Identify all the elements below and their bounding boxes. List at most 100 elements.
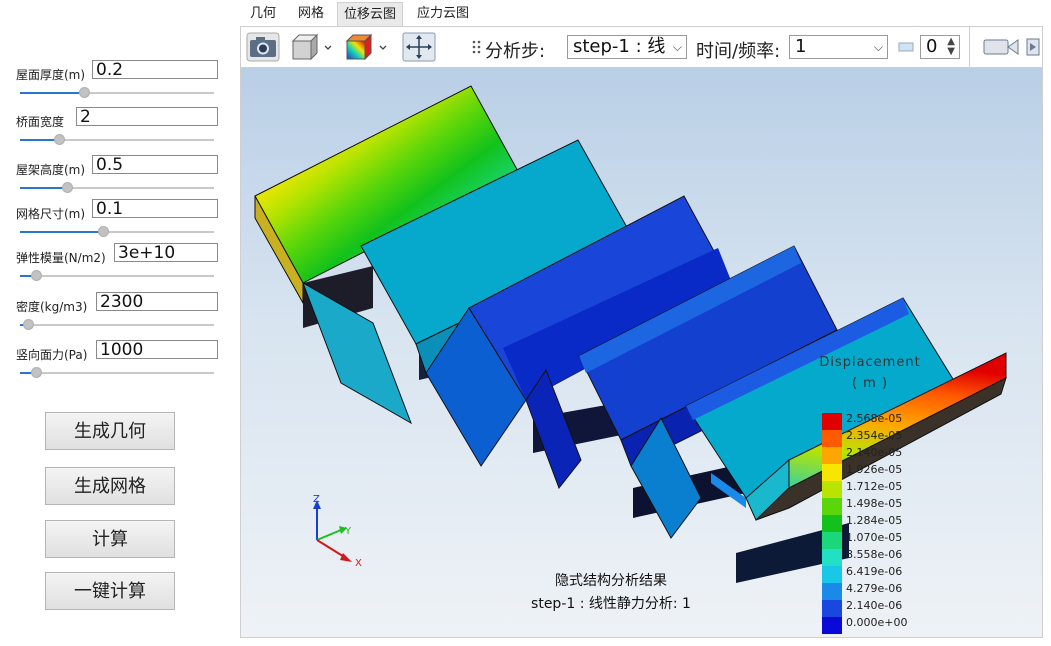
legend-label: 1.070e-05 [846,531,903,544]
parameter-panel: 屋面厚度(m) 0.2 桥面宽度 2 屋架高度(m) 0.5 网格尺寸(m) 0.1 弹性模量(… [0,0,238,646]
param-input[interactable]: 0.2 [92,60,218,80]
view-cube-icon[interactable] [289,32,335,62]
param-row: 桥面宽度 2 [16,107,218,147]
legend-label: 1.284e-05 [846,514,903,527]
legend-label: 6.419e-06 [846,565,903,578]
param-label: 屋架高度(m) [16,163,86,177]
legend-swatch [822,498,842,515]
legend-swatch [822,566,842,583]
legend-label: 8.558e-06 [846,548,903,561]
param-slider[interactable] [20,134,214,146]
param-input[interactable]: 0.1 [92,199,218,219]
param-label: 竖向面力(Pa) [16,348,88,362]
param-slider[interactable] [20,367,214,379]
legend-title: Displacement [819,355,921,370]
slider-thumb[interactable] [61,182,73,193]
slider-thumb[interactable] [22,319,34,330]
toolbar-divider [969,27,970,67]
legend-label: 1.712e-05 [846,480,903,493]
legend-swatch [822,447,842,464]
legend-label: 2.354e-05 [846,429,903,442]
slider-thumb[interactable] [30,367,42,378]
legend-swatch [822,583,842,600]
pan-move-icon[interactable] [402,32,436,62]
legend-swatch [822,549,842,566]
legend-label: 2.140e-05 [846,446,903,459]
generate-geometry-button[interactable]: 生成几何 [45,412,175,450]
tab-stress[interactable]: 应力云图 [410,2,476,26]
view-tabs: 几何 网格 位移云图 应力云图 [240,0,1051,26]
video-play-icon[interactable] [1026,37,1040,57]
param-slider[interactable] [20,182,214,194]
slider-thumb[interactable] [30,270,42,281]
legend-label: 1.498e-05 [846,497,903,510]
frame-spinbox[interactable]: 0 ▲ ▼ [920,35,960,59]
time-label: 时间/频率: [696,41,781,62]
param-row: 屋架高度(m) 0.5 [16,155,218,195]
param-slider[interactable] [20,270,214,282]
param-slider[interactable] [20,226,214,238]
slider-thumb[interactable] [98,226,110,237]
one-click-compute-button[interactable]: 一键计算 [45,572,175,610]
legend-swatch [822,413,842,430]
param-label: 桥面宽度 [16,115,65,129]
color-map-icon[interactable] [344,32,390,62]
axis-z-label: Z [313,494,320,505]
param-slider[interactable] [20,87,214,99]
param-label: 屋面厚度(m) [16,68,86,82]
generate-mesh-button[interactable]: 生成网格 [45,467,175,505]
frame-value: 0 [926,36,938,57]
chevron-down-icon: ⌵ [672,40,682,54]
param-label: 弹性模量(N/m2) [16,251,106,265]
compute-button[interactable]: 计算 [45,520,175,558]
legend-label: 0.000e+00 [846,616,908,629]
param-label: 网格尺寸(m) [16,207,86,221]
param-slider[interactable] [20,319,214,331]
legend-swatch [822,464,842,481]
tab-geometry[interactable]: 几何 [244,2,282,26]
chevron-down-icon: ⌵ [873,40,883,54]
legend-swatch [822,430,842,447]
frame-icon [898,42,914,52]
step-label: 分析步: [485,41,546,62]
legend-swatch [822,532,842,549]
time-value: 1 [795,36,807,57]
param-input[interactable]: 3e+10 [114,243,218,263]
displacement-contour-model [254,85,1007,583]
viewer-toolbar: 分析步: step-1 : 线 ⌵ 时间/频率: 1 ⌵ 0 ▲ ▼ [240,26,1043,68]
time-select[interactable]: 1 ⌵ [789,35,888,59]
param-input[interactable]: 0.5 [92,155,218,175]
legend-label: 2.568e-05 [846,412,903,425]
spin-arrows-icon: ▲ ▼ [947,36,955,57]
camera-icon[interactable] [246,32,280,62]
legend-swatch [822,481,842,498]
legend-label: 1.926e-05 [846,463,903,476]
result-caption-step: step-1 : 线性静力分析: 1 [531,596,691,612]
param-row: 网格尺寸(m) 0.1 [16,199,218,239]
tab-displacement[interactable]: 位移云图 [337,2,403,26]
param-label: 密度(kg/m3) [16,300,88,314]
axis-x-label: X [355,558,362,569]
step-value: step-1 : 线 [573,36,666,57]
legend-label: 4.279e-06 [846,582,903,595]
param-row: 弹性模量(N/m2) 3e+10 [16,243,218,283]
param-input[interactable]: 2300 [96,292,218,312]
toolbar-grip-icon [472,40,481,54]
axis-y-label: Y [345,526,352,537]
legend-unit: ( m ) [851,376,889,391]
param-row: 竖向面力(Pa) 1000 [16,340,218,380]
param-row: 密度(kg/m3) 2300 [16,292,218,332]
param-input[interactable]: 2 [76,107,218,127]
slider-thumb[interactable] [53,134,65,145]
param-row: 屋面厚度(m) 0.2 [16,60,218,100]
legend-swatch [822,515,842,532]
tab-mesh[interactable]: 网格 [290,2,332,26]
slider-thumb[interactable] [79,87,91,98]
legend-label: 2.140e-06 [846,599,903,612]
3d-viewport[interactable]: Z Y X 隐式结构分析结果 step-1 : 线性静力分析: 1 [240,68,1043,638]
result-caption-title: 隐式结构分析结果 [555,573,667,589]
step-select[interactable]: step-1 : 线 ⌵ [567,35,687,59]
legend-swatch [822,617,842,634]
param-input[interactable]: 1000 [96,340,218,360]
video-record-icon[interactable] [983,37,1019,57]
